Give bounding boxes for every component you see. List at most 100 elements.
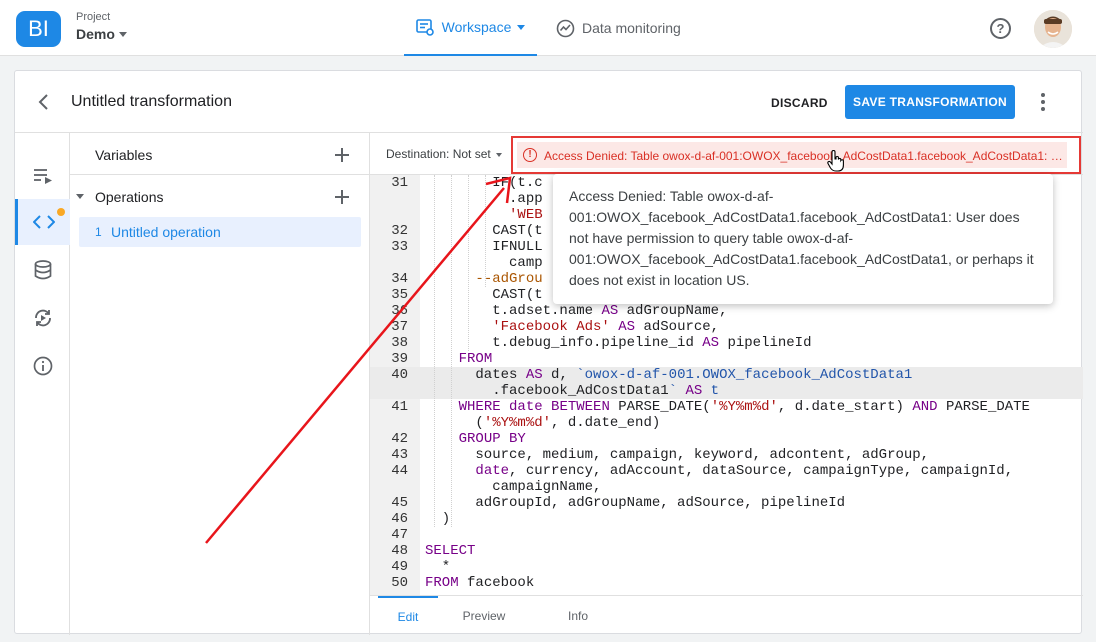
error-banner[interactable]: ! Access Denied: Table owox-d-af-001:OWO…	[517, 142, 1067, 168]
info-icon	[33, 356, 52, 376]
nav-data-monitoring[interactable]: Data monitoring	[556, 0, 681, 56]
error-tooltip: Access Denied: Table owox-d-af-001:OWOX_…	[553, 174, 1053, 304]
transformation-card: Untitled transformation DISCARD SAVE TRA…	[14, 70, 1083, 636]
line-number: 43	[391, 447, 408, 463]
line-number: 34	[391, 271, 408, 287]
code-line[interactable]: 49 *	[370, 559, 1083, 575]
line-number: 49	[391, 559, 408, 575]
hand-cursor-icon	[827, 150, 844, 172]
code-line[interactable]: campaignName,	[370, 479, 1083, 495]
workspace-icon	[415, 19, 434, 36]
rail-database-button[interactable]	[15, 247, 70, 293]
monitoring-icon	[556, 19, 575, 37]
rail-code-button[interactable]	[15, 199, 70, 245]
discard-button[interactable]: DISCARD	[761, 87, 838, 119]
code-text: CAST(t	[425, 287, 543, 303]
code-line[interactable]: 48 SELECT	[370, 543, 1083, 559]
left-panel: Variables Operations 1 Untitled operatio…	[70, 133, 370, 635]
error-highlight-box: ! Access Denied: Table owox-d-af-001:OWO…	[511, 136, 1081, 174]
code-line[interactable]: 47	[370, 527, 1083, 543]
more-vert-icon[interactable]	[1039, 93, 1047, 113]
nav-monitoring-label: Data monitoring	[582, 20, 681, 36]
code-line[interactable]: 45 adGroupId, adGroupName, adSource, pip…	[370, 495, 1083, 511]
bi-logo[interactable]: BI	[16, 11, 61, 47]
project-label: Project	[76, 11, 111, 23]
operation-name: Untitled operation	[111, 224, 221, 240]
project-name: Demo	[76, 26, 115, 42]
code-text: --adGrou	[475, 271, 543, 287]
code-line[interactable]: 42 GROUP BY	[370, 431, 1083, 447]
save-transformation-button[interactable]: SAVE TRANSFORMATION	[845, 85, 1015, 119]
nav-workspace[interactable]: Workspace	[404, 0, 537, 56]
code-text: 'Facebook Ads' AS adSource,	[492, 319, 720, 335]
queue-play-icon	[33, 169, 52, 184]
code-text: GROUP BY	[458, 431, 526, 447]
code-text: ('%Y%m%d', d.date_end)	[425, 415, 661, 431]
line-number: 39	[391, 351, 408, 367]
page-title: Untitled transformation	[71, 93, 232, 110]
add-variable-icon[interactable]	[335, 148, 349, 162]
code-line[interactable]: 44 date, currency, adAccount, dataSource…	[370, 463, 1083, 479]
line-number: 35	[391, 287, 408, 303]
avatar-image	[1034, 10, 1072, 48]
line-number: 31	[391, 175, 408, 191]
line-number: 48	[391, 543, 408, 559]
code-line[interactable]: 46 )	[370, 511, 1083, 527]
code-line[interactable]: 36 t.adset.name AS adGroupName,	[370, 303, 1083, 319]
code-text: dates AS d, `owox-d-af-001.OWOX_facebook…	[425, 367, 913, 383]
line-number: 45	[391, 495, 408, 511]
caret-down-icon[interactable]	[496, 153, 502, 157]
code-line[interactable]: 40 dates AS d, `owox-d-af-001.OWOX_faceb…	[370, 367, 1083, 383]
rail-schedule-button[interactable]	[15, 295, 70, 341]
indent-guide	[451, 175, 452, 527]
tab-info[interactable]: Info	[548, 596, 608, 636]
line-number: 37	[391, 319, 408, 335]
destination-bar: Destination: Not set ! Access Denied: Ta…	[370, 133, 1083, 175]
nav-workspace-label: Workspace	[441, 19, 512, 35]
code-icon	[33, 215, 55, 229]
line-number: 44	[391, 463, 408, 479]
back-arrow-icon[interactable]	[37, 93, 51, 111]
operation-number: 1	[95, 225, 102, 239]
indent-guide	[468, 175, 469, 351]
add-operation-icon[interactable]	[335, 190, 349, 204]
project-selector[interactable]: Project Demo	[76, 11, 127, 44]
line-number: 47	[391, 527, 408, 543]
variables-row[interactable]: Variables	[70, 133, 370, 175]
code-text: camp	[425, 255, 543, 271]
database-icon	[34, 260, 51, 280]
caret-down-icon	[517, 24, 526, 30]
code-line[interactable]: .facebook_AdCostData1` AS t	[370, 383, 1083, 399]
avatar[interactable]	[1034, 10, 1072, 48]
code-text: FROM facebook	[425, 575, 535, 591]
code-text: t.debug_info.pipeline_id AS pipelineId	[425, 335, 812, 351]
code-line[interactable]: ('%Y%m%d', d.date_end)	[370, 415, 1083, 431]
error-icon: !	[523, 148, 537, 162]
error-text: Access Denied: Table owox-d-af-001:OWOX_…	[544, 149, 1064, 163]
help-icon[interactable]: ?	[990, 18, 1011, 39]
code-line[interactable]: 41 WHERE date BETWEEN PARSE_DATE('%Y%m%d…	[370, 399, 1083, 415]
rail-info-button[interactable]	[15, 343, 70, 389]
line-number: 32	[391, 223, 408, 239]
line-number: 42	[391, 431, 408, 447]
tab-edit[interactable]: Edit	[378, 596, 438, 636]
operation-item[interactable]: 1 Untitled operation	[79, 217, 361, 247]
code-text: 'WEB	[509, 207, 543, 223]
code-line[interactable]: 37 'Facebook Ads' AS adSource,	[370, 319, 1083, 335]
code-line[interactable]: 39 FROM	[370, 351, 1083, 367]
code-text: )	[425, 511, 451, 527]
line-number: 36	[391, 303, 408, 319]
code-text: *	[425, 559, 451, 575]
code-text: t.adset.name AS adGroupName,	[425, 303, 728, 319]
tab-preview[interactable]: Preview	[454, 596, 514, 636]
destination-selector[interactable]: Destination: Not set	[386, 147, 491, 161]
rail-queue-button[interactable]	[15, 153, 70, 199]
code-line[interactable]: 43 source, medium, campaign, keyword, ad…	[370, 447, 1083, 463]
code-text: adGroupId, adGroupName, adSource, pipeli…	[425, 495, 846, 511]
code-line[interactable]: 50 FROM facebook	[370, 575, 1083, 591]
top-bar: BI Project Demo Workspace Data monitorin…	[0, 0, 1096, 56]
caret-down-icon[interactable]	[76, 194, 84, 199]
code-line[interactable]: 38 t.debug_info.pipeline_id AS pipelineI…	[370, 335, 1083, 351]
code-text: WHERE date BETWEEN PARSE_DATE('%Y%m%d', …	[458, 399, 1030, 415]
line-number: 41	[391, 399, 408, 415]
